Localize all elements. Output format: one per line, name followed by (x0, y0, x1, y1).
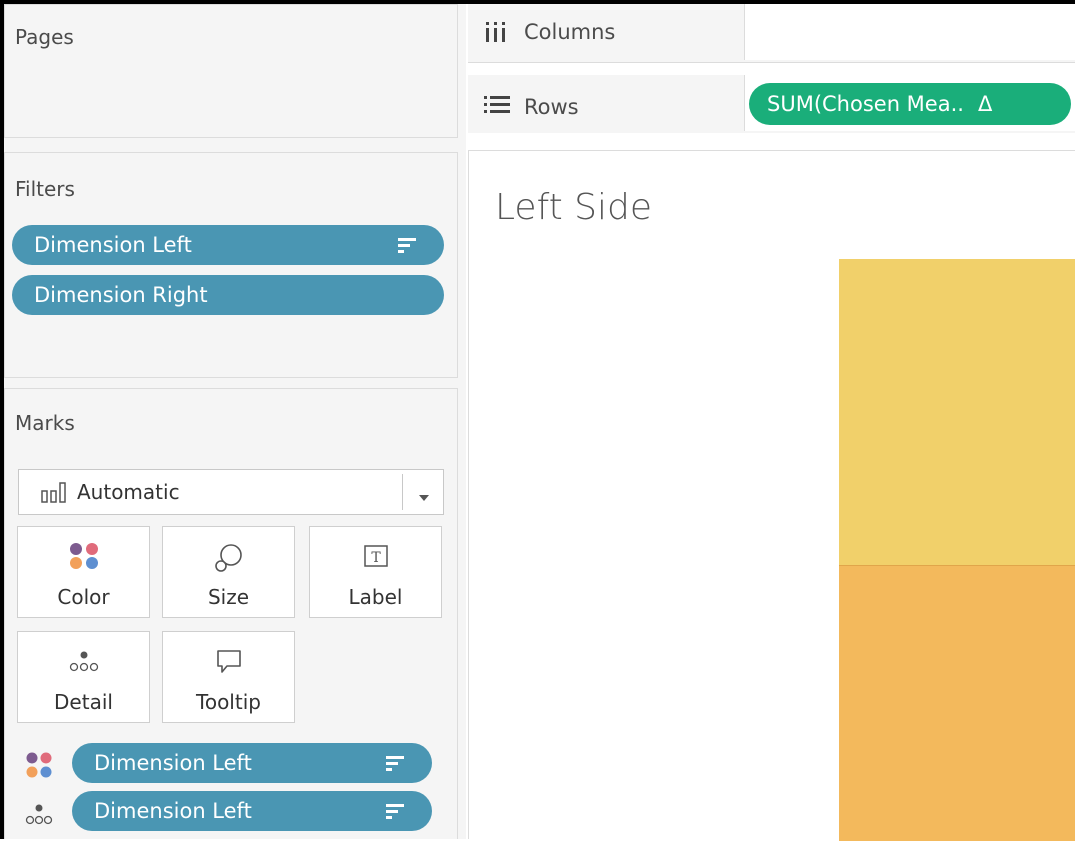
color-icon (67, 541, 101, 575)
tooltip-icon (214, 646, 244, 680)
color-label: Color (57, 585, 110, 609)
detail-icon (67, 646, 101, 680)
pages-card[interactable]: Pages (4, 4, 458, 138)
detail-label: Detail (54, 690, 113, 714)
filter-pill-dimension-right[interactable]: Dimension Right (12, 275, 444, 315)
sort-icon (386, 756, 404, 772)
view-title: Left Side (495, 187, 653, 228)
filter-pill-label: Dimension Right (34, 283, 208, 307)
marks-field-label: Dimension Left (94, 751, 252, 775)
chevron-down-icon[interactable] (417, 488, 431, 507)
rows-pill-sum-chosen-measure[interactable]: SUM(Chosen Mea.. Δ (749, 83, 1071, 125)
tooltip-button[interactable]: Tooltip (162, 631, 295, 723)
detail-button[interactable]: Detail (17, 631, 150, 723)
filters-title: Filters (15, 177, 75, 201)
filter-pill-dimension-left[interactable]: Dimension Left (12, 225, 444, 265)
stacked-bar-segment-top[interactable] (839, 259, 1075, 565)
shelf-divider (468, 62, 1075, 75)
size-icon (212, 541, 246, 579)
rows-pill-label: SUM(Chosen Mea.. (767, 92, 964, 116)
detail-icon (24, 800, 54, 832)
color-button[interactable]: Color (17, 526, 150, 618)
rows-label: Rows (524, 95, 579, 119)
stacked-bar-segment-bottom[interactable] (839, 565, 1075, 841)
mark-type-value: Automatic (77, 480, 180, 504)
marks-field-pill-color[interactable]: Dimension Left (72, 743, 432, 783)
svg-text:T: T (371, 550, 381, 566)
dropdown-divider (402, 474, 403, 510)
pages-title: Pages (15, 25, 74, 49)
size-label: Size (207, 585, 250, 609)
sort-icon (398, 238, 416, 254)
columns-drop-area[interactable] (744, 4, 1075, 60)
marks-field-pill-detail[interactable]: Dimension Left (72, 791, 432, 831)
filters-card[interactable]: Filters Dimension Left Dimension Right (4, 152, 458, 378)
bar-chart-icon (41, 481, 69, 503)
text-label-icon: T (361, 541, 391, 575)
delta-icon: Δ (977, 92, 993, 116)
label-label: Label (348, 585, 403, 609)
marks-title: Marks (15, 411, 75, 435)
rows-shelf[interactable]: Rows SUM(Chosen Mea.. Δ (468, 75, 1075, 133)
sort-icon (386, 804, 404, 820)
filter-pill-label: Dimension Left (34, 233, 192, 257)
left-panel: Pages Filters Dimension Left Dimension R… (4, 4, 466, 839)
view-canvas[interactable]: Left Side (468, 150, 1075, 841)
rows-icon (484, 95, 510, 119)
columns-icon (484, 20, 510, 48)
tooltip-label: Tooltip (196, 690, 261, 714)
mark-type-dropdown[interactable]: Automatic (18, 469, 444, 515)
color-icon (24, 751, 54, 783)
rows-drop-area[interactable]: SUM(Chosen Mea.. Δ (744, 75, 1075, 131)
size-button[interactable]: Size (162, 526, 295, 618)
columns-label: Columns (524, 20, 616, 44)
marks-field-label: Dimension Left (94, 799, 252, 823)
label-button[interactable]: T Label (309, 526, 442, 618)
columns-shelf[interactable]: Columns (468, 4, 1075, 62)
